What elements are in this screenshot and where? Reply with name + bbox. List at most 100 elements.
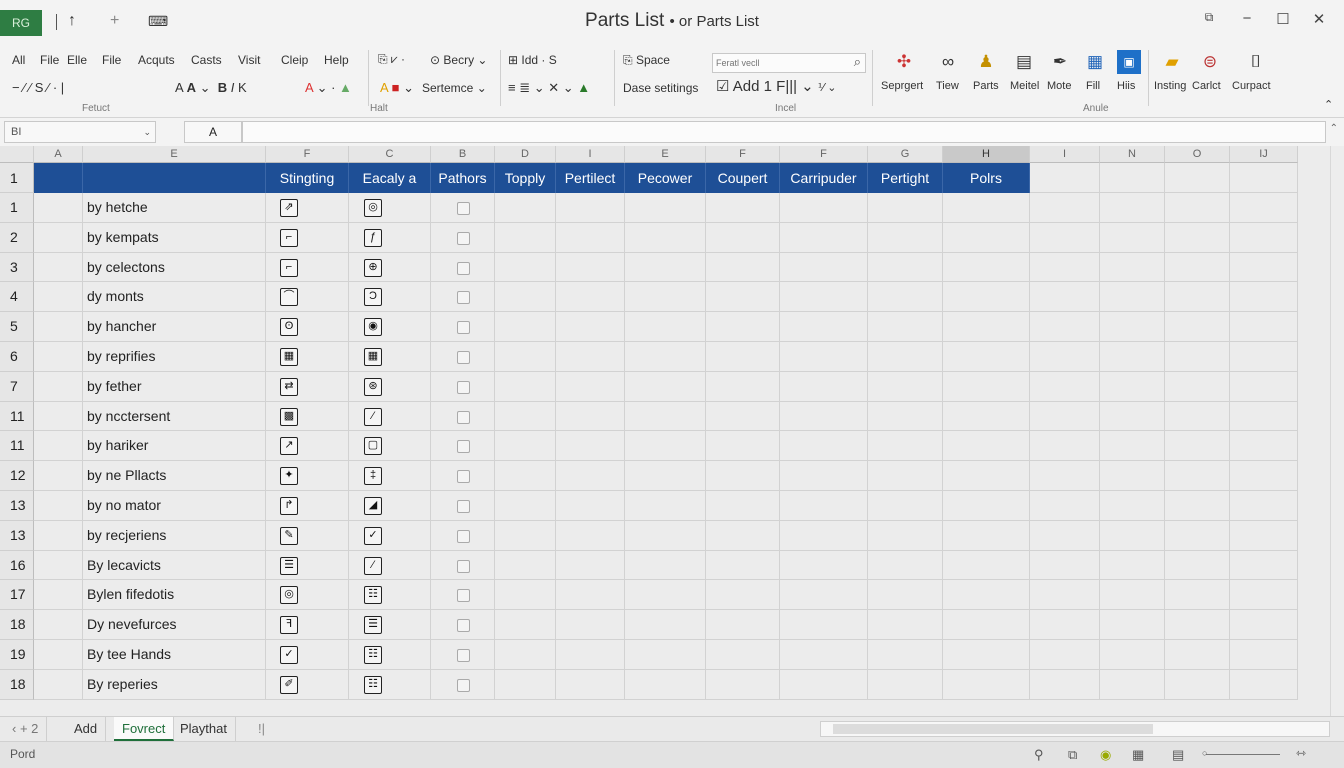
table-cell[interactable]	[349, 222, 431, 253]
restore-icon[interactable]: ⧉	[1194, 10, 1224, 25]
column-header[interactable]: E	[83, 146, 266, 163]
row-checkbox[interactable]	[457, 380, 470, 394]
table-cell[interactable]	[1165, 640, 1230, 670]
table-cell[interactable]	[34, 610, 83, 640]
ribbon-tab[interactable]: Cleip	[281, 53, 308, 67]
part-icon[interactable]: ◉	[364, 318, 382, 337]
fx-label[interactable]: A	[184, 121, 242, 143]
table-cell[interactable]	[266, 461, 349, 491]
vertical-scrollbar[interactable]	[1330, 146, 1344, 716]
table-cell[interactable]	[495, 669, 556, 700]
people-colors-icon[interactable]: ✣	[892, 50, 916, 74]
stamp-icon[interactable]: ⊜	[1198, 50, 1222, 74]
format-tools[interactable]: − ⁄ ⁄ S ∕ · |	[12, 80, 64, 95]
table-cell[interactable]	[349, 342, 431, 372]
table-cell[interactable]	[495, 491, 556, 521]
table-cell[interactable]	[34, 431, 83, 462]
part-icon[interactable]: ꟻ	[280, 616, 298, 635]
table-cell[interactable]	[868, 401, 943, 432]
table-cell[interactable]	[1165, 491, 1230, 521]
table-cell[interactable]	[943, 491, 1030, 521]
table-cell[interactable]	[1100, 431, 1165, 462]
table-cell[interactable]	[868, 461, 943, 491]
table-cell[interactable]	[34, 401, 83, 432]
table-cell[interactable]	[868, 282, 943, 313]
table-cell[interactable]	[1165, 461, 1230, 491]
header-cell[interactable]: Carripuder	[780, 163, 868, 193]
table-cell[interactable]	[1100, 520, 1165, 551]
row-header[interactable]: 16	[0, 550, 34, 581]
column-header[interactable]: F	[266, 146, 349, 163]
table-cell[interactable]	[706, 669, 780, 700]
table-cell[interactable]	[625, 252, 706, 283]
row-header[interactable]: 5	[0, 312, 34, 342]
ribbon-button-label[interactable]: Fill	[1086, 80, 1100, 92]
table-cell[interactable]	[868, 669, 943, 700]
part-icon[interactable]: ☷	[364, 675, 382, 694]
table-cell[interactable]	[706, 401, 780, 432]
table-cell[interactable]	[34, 580, 83, 611]
table-cell[interactable]	[556, 640, 625, 670]
spreadsheet-grid[interactable]: A E F C B D I E F F G H I N O IJ 1 Stingting Eacaly a Patho…	[0, 146, 1344, 716]
table-cell[interactable]	[780, 550, 868, 581]
row-checkbox[interactable]	[457, 291, 470, 305]
row-header[interactable]: 1	[0, 193, 34, 223]
table-cell[interactable]	[34, 193, 83, 223]
table-cell[interactable]	[495, 580, 556, 611]
table-cell[interactable]	[625, 461, 706, 491]
table-cell[interactable]	[266, 193, 349, 223]
part-icon[interactable]: ✦	[280, 467, 298, 486]
table-cell[interactable]	[625, 669, 706, 700]
ribbon-button-label[interactable]: Tiew	[936, 80, 959, 92]
table-cell[interactable]	[625, 222, 706, 253]
row-header[interactable]: 6	[0, 342, 34, 372]
table-cell[interactable]	[349, 431, 431, 462]
part-icon[interactable]: ↗	[280, 437, 298, 456]
person-icon[interactable]: ♟	[974, 50, 998, 74]
chevron-down-icon[interactable]: ⌄	[143, 122, 151, 142]
table-cell[interactable]	[1230, 222, 1298, 253]
corner-cell[interactable]	[0, 146, 34, 163]
table-cell[interactable]	[943, 550, 1030, 581]
table-cell[interactable]	[1165, 371, 1230, 402]
empty-cell[interactable]	[1165, 163, 1230, 193]
table-cell[interactable]	[868, 371, 943, 402]
table-cell[interactable]	[349, 252, 431, 283]
part-icon[interactable]: ⁄	[364, 407, 382, 426]
table-cell[interactable]	[1230, 491, 1298, 521]
header-cell[interactable]: Pathors	[431, 163, 495, 193]
table-cell[interactable]	[706, 640, 780, 670]
table-cell[interactable]	[34, 520, 83, 551]
table-cell[interactable]	[495, 520, 556, 551]
row-checkbox[interactable]	[457, 470, 470, 484]
close-button[interactable]: ✕	[1304, 10, 1334, 28]
maximize-button[interactable]: ☐	[1268, 10, 1298, 28]
part-icon[interactable]: ‡	[364, 467, 382, 486]
table-cell[interactable]	[556, 222, 625, 253]
header-cell[interactable]	[83, 163, 266, 193]
table-cell[interactable]	[1030, 580, 1100, 611]
table-cell[interactable]	[1030, 550, 1100, 581]
row-header[interactable]: 4	[0, 282, 34, 313]
glasses-icon[interactable]: ∞	[936, 50, 960, 74]
pen-icon[interactable]: ✒	[1048, 50, 1072, 74]
table-cell[interactable]	[1230, 610, 1298, 640]
page-layout-icon[interactable]: ▤	[1172, 747, 1184, 763]
table-cell[interactable]	[1030, 520, 1100, 551]
row-checkbox[interactable]	[457, 321, 470, 335]
row-header[interactable]: 3	[0, 252, 34, 283]
table-cell[interactable]	[1230, 580, 1298, 611]
part-icon[interactable]: ◎	[364, 199, 382, 217]
table-cell[interactable]	[706, 461, 780, 491]
row-checkbox[interactable]	[457, 231, 470, 245]
row-header[interactable]: 19	[0, 640, 34, 670]
expand-formula-icon[interactable]: ⌃	[1330, 123, 1338, 134]
header-cell[interactable]: Pertight	[868, 163, 943, 193]
table-cell[interactable]	[1230, 252, 1298, 283]
column-header[interactable]: F	[706, 146, 780, 163]
table-cell[interactable]	[943, 431, 1030, 462]
part-icon[interactable]: ◎	[280, 586, 298, 605]
table-cell[interactable]	[266, 252, 349, 283]
ribbon-button-label[interactable]: Insting	[1154, 80, 1186, 92]
row-header[interactable]: 17	[0, 580, 34, 611]
